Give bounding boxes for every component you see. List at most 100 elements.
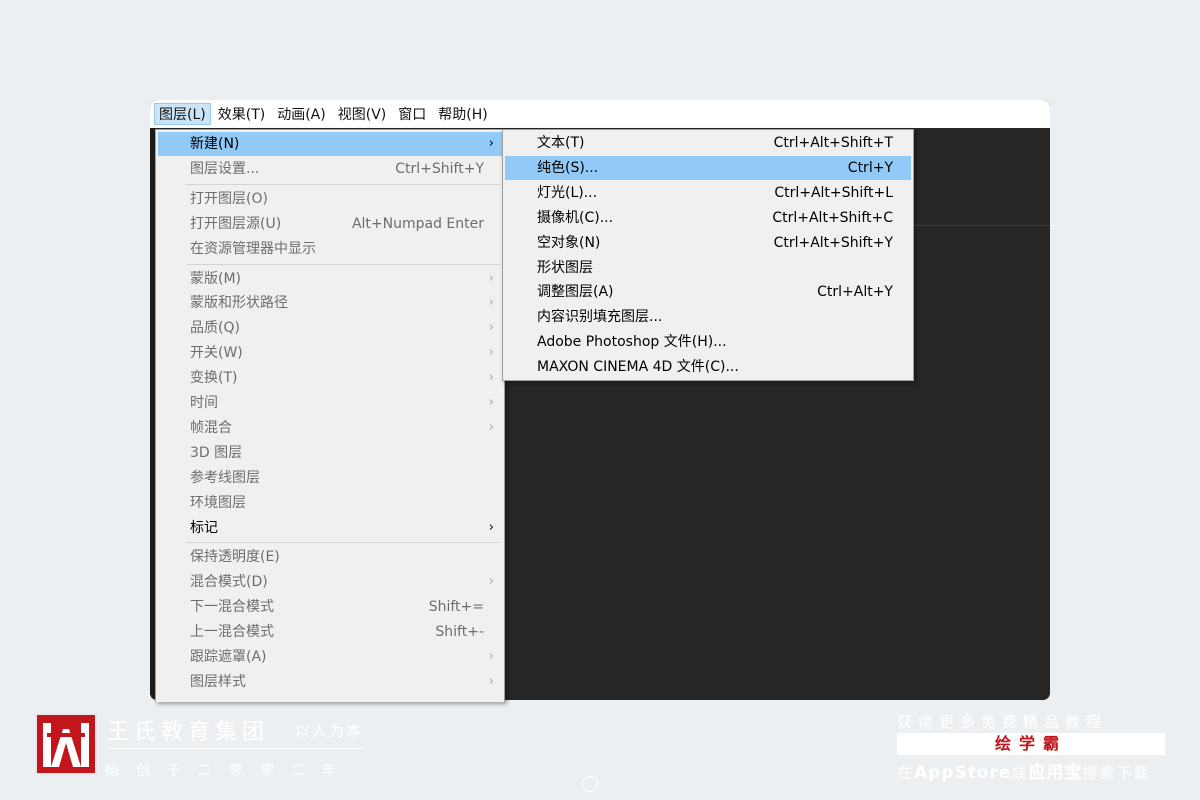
layer-menu: 新建(N) › 图层设置... Ctrl+Shift+Y 打开图层(O) 打开图层源(U)… <box>155 129 505 702</box>
chevron-right-icon: › <box>488 649 494 664</box>
promo-download-text: 在AppStore或应用宝搜索下载 <box>897 758 1151 783</box>
brand-divider <box>107 748 365 749</box>
menu-separator <box>186 263 500 265</box>
brand-logo-mark <box>43 723 89 767</box>
menu-item-shortcut: Shift+= <box>428 599 484 616</box>
chevron-right-icon: › <box>488 574 494 590</box>
menu-item-shortcut: Ctrl+Y <box>847 159 893 176</box>
menu-item-shortcut: Ctrl+Alt+Shift+T <box>773 135 893 151</box>
layer-menu-item-19[interactable]: 上一混合模式 Shift+- <box>158 620 502 644</box>
layer-menu-item-8[interactable]: 开关(W) › <box>158 341 502 365</box>
promo-yyb-name: 应用宝 <box>1028 763 1083 783</box>
new-submenu-item-7[interactable]: 内容识别填充图层... <box>505 305 911 329</box>
layer-menu-item-4[interactable]: 在资源管理器中显示 <box>158 237 502 261</box>
menu-item-label: 开关(W) <box>190 345 243 362</box>
layer-menu-item-5[interactable]: 蒙版(M) › <box>158 267 502 291</box>
brand-motto: 以人为本 <box>295 722 364 740</box>
layer-menu-item-17[interactable]: 混合模式(D) › <box>158 570 502 594</box>
menubar-item-2[interactable]: 动画(A) <box>272 103 331 125</box>
layer-menu-item-13[interactable]: 参考线图层 <box>158 466 502 490</box>
menu-item-label: 图层样式 <box>190 673 246 690</box>
chevron-right-icon: › <box>488 370 494 386</box>
brand-logo <box>35 713 97 775</box>
new-submenu-item-2[interactable]: 灯光(L)... Ctrl+Alt+Shift+L <box>505 181 911 205</box>
menu-item-shortcut: Ctrl+Alt+Y <box>817 284 893 301</box>
new-submenu-item-6[interactable]: 调整图层(A) Ctrl+Alt+Y <box>505 280 911 304</box>
chevron-right-icon: › <box>488 673 494 689</box>
layer-menu-item-18[interactable]: 下一混合模式 Shift+= <box>158 595 502 619</box>
menu-item-label: 蒙版(M) <box>190 270 242 287</box>
menu-item-label: 下一混合模式 <box>190 599 274 616</box>
menu-item-label: MAXON CINEMA 4D 文件(C)... <box>537 359 739 376</box>
layer-menu-item-7[interactable]: 品质(Q) › <box>158 316 502 340</box>
menu-item-label: 品质(Q) <box>190 320 240 337</box>
layer-menu-item-2[interactable]: 打开图层(O) <box>158 187 502 211</box>
menubar-item-3[interactable]: 视图(V) <box>333 103 392 125</box>
menu-item-label: 环境图层 <box>190 494 246 511</box>
new-submenu-item-9[interactable]: MAXON CINEMA 4D 文件(C)... <box>505 355 911 379</box>
chevron-right-icon: › <box>488 270 494 286</box>
menu-item-label: 空对象(N) <box>537 234 601 251</box>
menu-item-shortcut: Ctrl+Alt+Shift+C <box>772 209 893 226</box>
layer-menu-item-6[interactable]: 蒙版和形状路径 › <box>158 291 502 315</box>
layer-menu-item-1[interactable]: 图层设置... Ctrl+Shift+Y <box>158 157 502 181</box>
menubar-item-4[interactable]: 窗口 <box>393 103 431 125</box>
new-submenu-item-3[interactable]: 摄像机(C)... Ctrl+Alt+Shift+C <box>505 206 911 230</box>
chevron-right-icon: › <box>488 320 494 336</box>
menu-item-label: 参考线图层 <box>190 469 260 486</box>
menu-item-label: 时间 <box>190 395 218 411</box>
layer-menu-item-20[interactable]: 跟踪遮罩(A) › <box>158 645 502 669</box>
menu-item-label: 打开图层源(U) <box>190 215 282 232</box>
menu-item-label: 新建(N) <box>190 136 240 152</box>
menu-item-label: 混合模式(D) <box>190 574 268 591</box>
center-watermark-icon <box>582 776 598 792</box>
menu-item-label: 蒙版和形状路径 <box>190 295 288 312</box>
menu-item-label: 跟踪遮罩(A) <box>190 649 267 665</box>
new-submenu-item-4[interactable]: 空对象(N) Ctrl+Alt+Shift+Y <box>505 231 911 255</box>
menu-item-shortcut: Alt+Numpad Enter <box>351 215 484 232</box>
layer-menu-item-12[interactable]: 3D 图层 <box>158 441 502 465</box>
menubar-item-1[interactable]: 效果(T) <box>213 103 270 125</box>
menu-item-label: 打开图层(O) <box>190 190 268 207</box>
chevron-right-icon: › <box>488 419 494 435</box>
layer-menu-item-11[interactable]: 帧混合 › <box>158 416 502 440</box>
menu-item-label: 摄像机(C)... <box>537 209 614 226</box>
layer-menu-item-21[interactable]: 图层样式 › <box>158 670 502 694</box>
chevron-right-icon: › <box>488 295 494 311</box>
layer-menu-item-9[interactable]: 变换(T) › <box>158 366 502 390</box>
menu-item-shortcut: Ctrl+Alt+Shift+L <box>774 184 893 201</box>
layer-menu-item-15[interactable]: 标记 › <box>158 516 502 540</box>
layer-menu-item-10[interactable]: 时间 › <box>158 391 502 415</box>
layer-menu-item-14[interactable]: 环境图层 <box>158 491 502 515</box>
menu-item-label: 变换(T) <box>190 370 238 387</box>
menu-item-label: 纯色(S)... <box>537 159 599 176</box>
new-submenu-item-8[interactable]: Adobe Photoshop 文件(H)... <box>505 330 911 354</box>
new-submenu: 文本(T) Ctrl+Alt+Shift+T 纯色(S)... Ctrl+Y 灯光(L)… <box>502 129 914 381</box>
menu-item-label: 保持透明度(E) <box>190 549 280 566</box>
chevron-right-icon: › <box>488 395 494 410</box>
chevron-right-icon: › <box>488 345 494 361</box>
menu-item-shortcut: Ctrl+Alt+Shift+Y <box>773 234 893 251</box>
new-submenu-item-0[interactable]: 文本(T) Ctrl+Alt+Shift+T <box>505 131 911 155</box>
new-submenu-item-1[interactable]: 纯色(S)... Ctrl+Y <box>505 155 911 180</box>
menu-item-label: 文本(T) <box>537 135 585 151</box>
promo-text-pre: 在 <box>897 764 915 782</box>
menu-item-label: 图层设置... <box>190 160 260 177</box>
menu-item-label: 3D 图层 <box>190 444 243 461</box>
menu-item-label: 帧混合 <box>190 419 232 436</box>
menu-item-label: Adobe Photoshop 文件(H)... <box>537 334 727 351</box>
new-submenu-item-5[interactable]: 形状图层 <box>505 256 911 280</box>
menu-separator <box>186 542 500 544</box>
promo-headline: 获得更多免费精品教程 <box>897 713 1108 731</box>
layer-menu-item-3[interactable]: 打开图层源(U) Alt+Numpad Enter <box>158 212 502 236</box>
menubar: 图层(L) 效果(T) 动画(A) 视图(V) 窗口 帮助(H) <box>150 100 1050 128</box>
menubar-item-0[interactable]: 图层(L) <box>154 103 211 125</box>
menu-item-label: 形状图层 <box>537 259 593 276</box>
layer-menu-item-0[interactable]: 新建(N) › <box>158 132 502 156</box>
menubar-item-5[interactable]: 帮助(H) <box>433 103 492 125</box>
menu-item-label: 标记 <box>190 519 218 536</box>
layer-menu-item-16[interactable]: 保持透明度(E) <box>158 545 502 569</box>
menu-item-label: 调整图层(A) <box>537 284 614 301</box>
brand-name: 王氏教育集团 <box>107 720 270 745</box>
promo-text-mid: 或 <box>1011 764 1029 782</box>
